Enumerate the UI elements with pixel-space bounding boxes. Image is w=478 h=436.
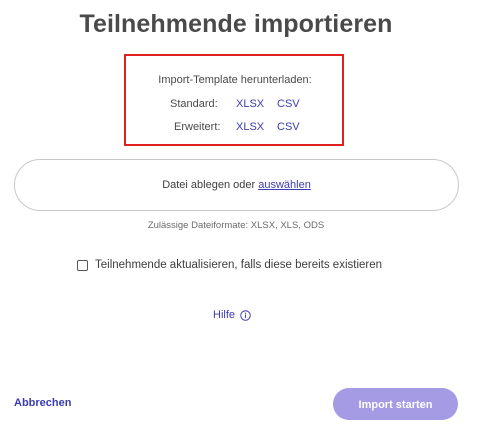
cancel-button[interactable]: Abbrechen <box>14 397 71 409</box>
standard-xlsx-link[interactable]: XLSX <box>236 98 264 110</box>
template-heading: Import-Template herunterladen: <box>158 74 312 86</box>
update-existing-option[interactable]: Teilnehmende aktualisieren, falls diese … <box>77 257 382 273</box>
dropzone-text: Datei ablegen oder <box>162 179 256 191</box>
browse-file-link[interactable]: auswählen <box>258 179 311 191</box>
dialog-title: Teilnehmende importieren <box>79 10 393 38</box>
standard-label: Standard: <box>170 98 218 110</box>
standard-csv-link[interactable]: CSV <box>277 98 300 110</box>
file-dropzone[interactable]: Datei ablegen oder auswählen <box>14 159 459 211</box>
extended-label: Erweitert: <box>174 121 221 133</box>
info-circle-icon <box>240 309 251 321</box>
start-import-button[interactable]: Import starten <box>333 388 458 420</box>
extended-csv-link[interactable]: CSV <box>277 121 300 133</box>
template-highlight-box <box>124 54 344 146</box>
allowed-formats-note: Zulässige Dateiformate: XLSX, XLS, ODS <box>147 220 325 231</box>
help-label[interactable]: Hilfe <box>213 309 235 321</box>
help-link[interactable]: Hilfe <box>213 309 251 321</box>
extended-xlsx-link[interactable]: XLSX <box>236 121 264 133</box>
update-existing-checkbox[interactable] <box>77 259 88 271</box>
update-existing-label[interactable]: Teilnehmende aktualisieren, falls diese … <box>95 259 382 271</box>
